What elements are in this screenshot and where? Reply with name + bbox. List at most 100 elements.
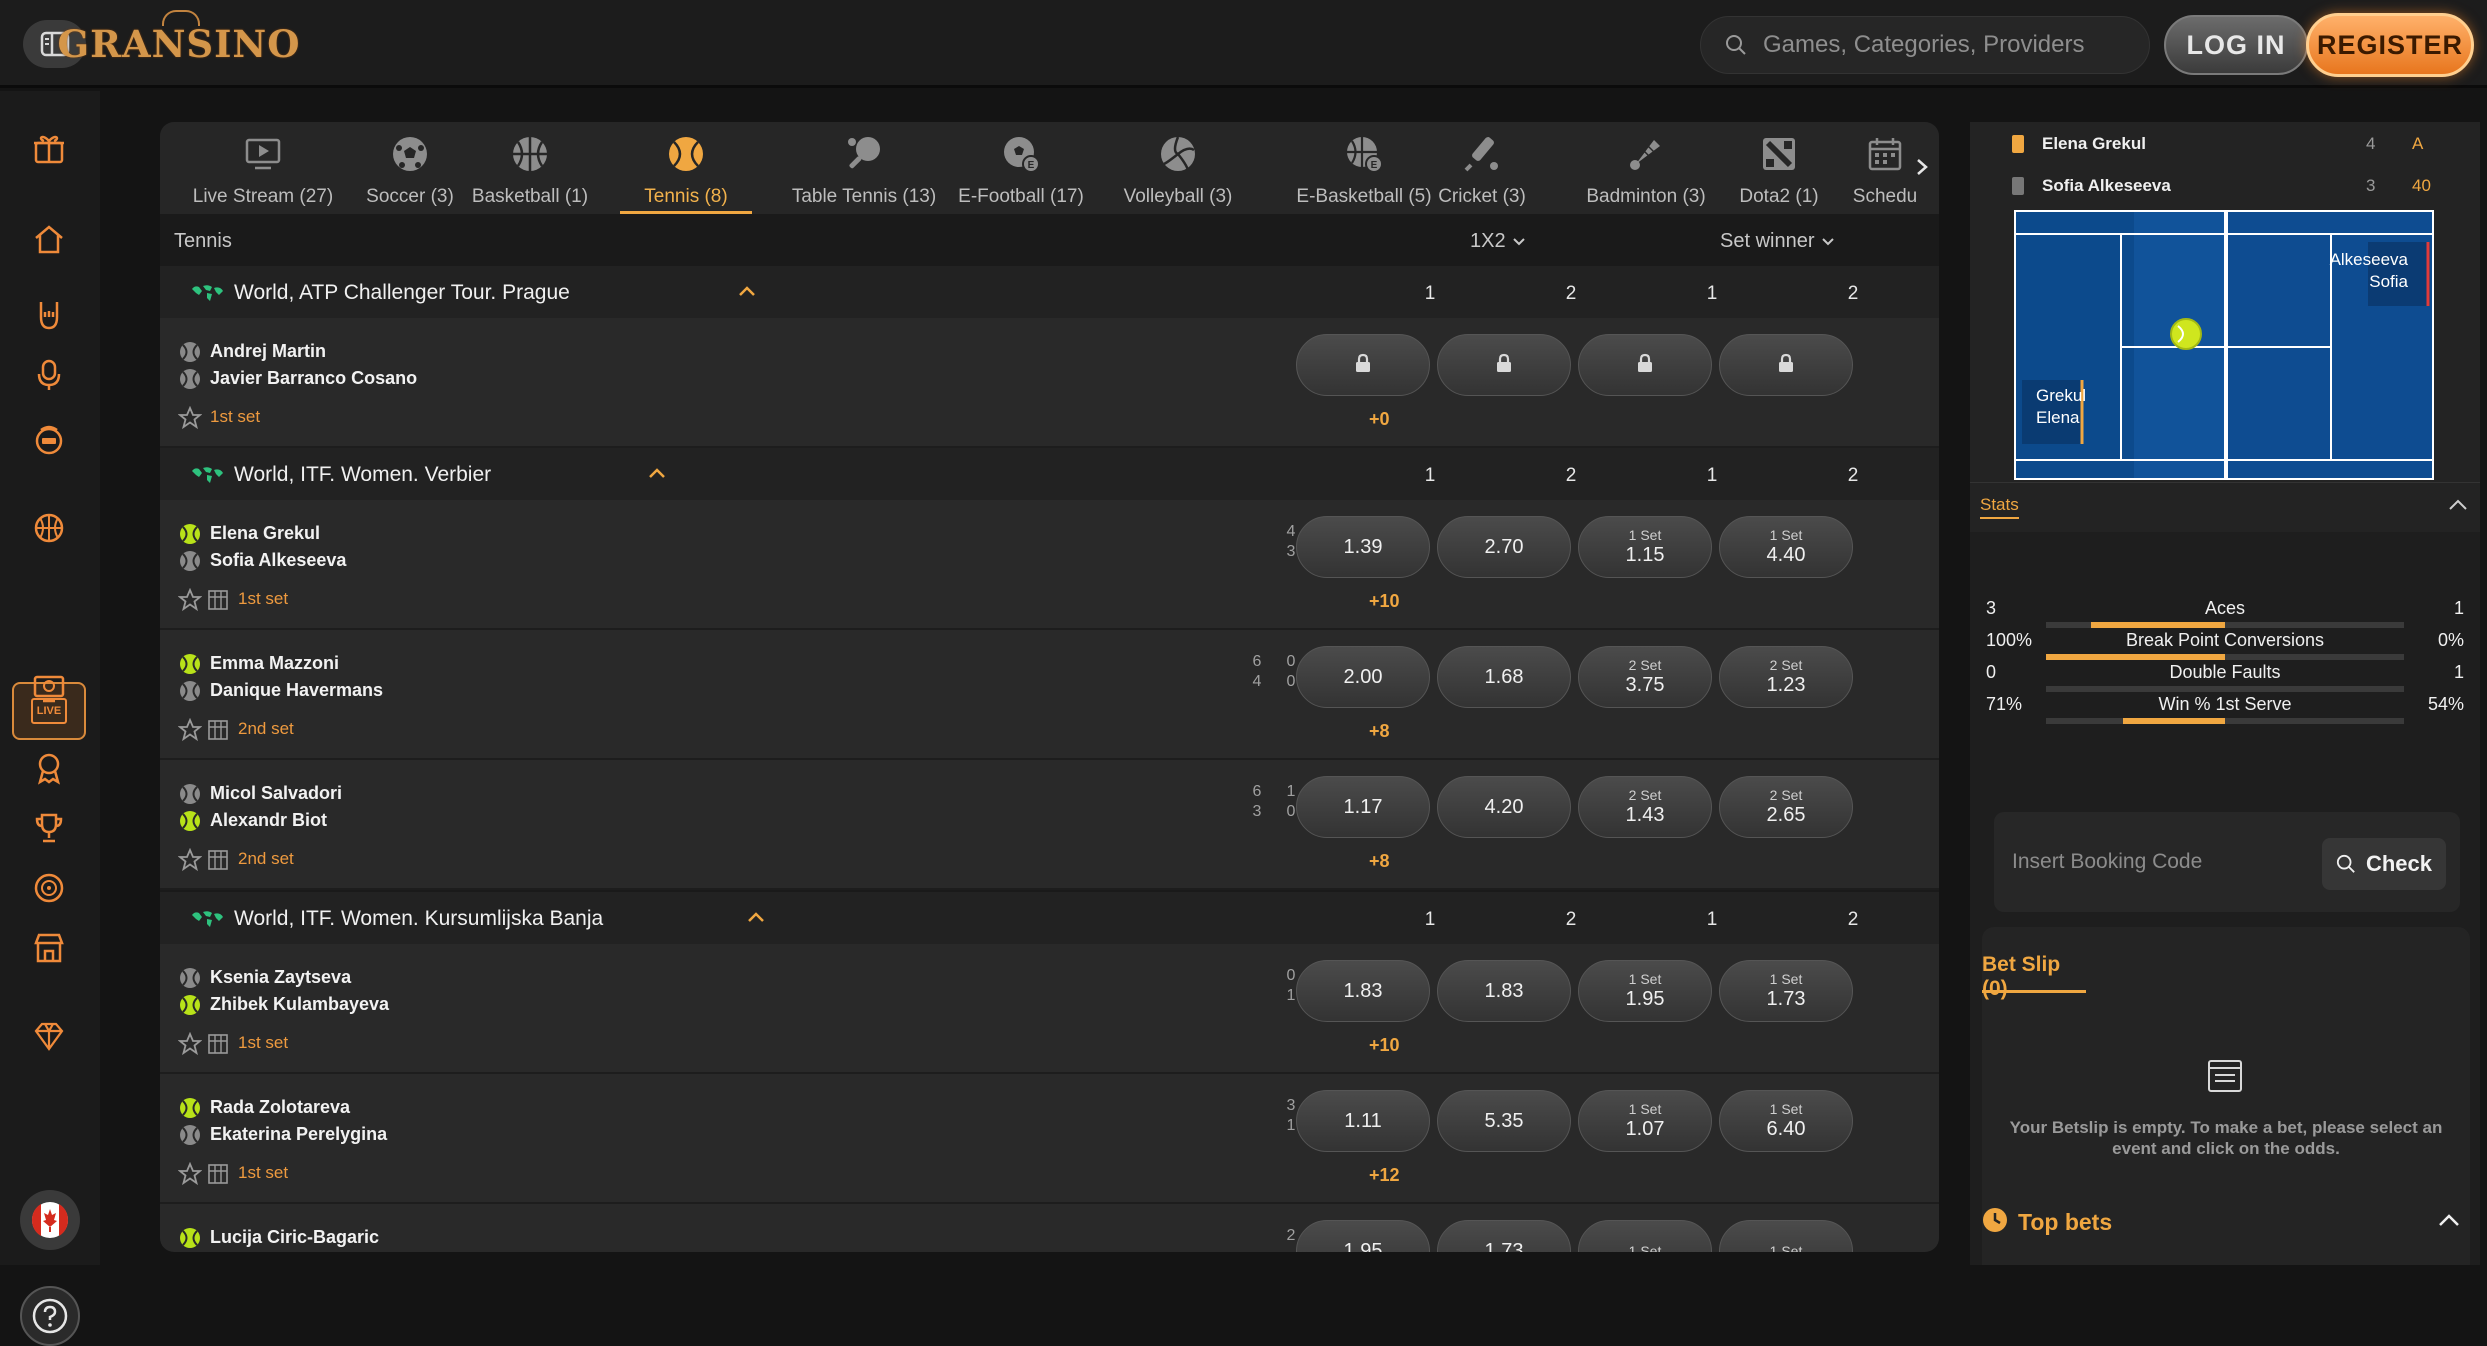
- chevron-up-icon[interactable]: [738, 284, 756, 302]
- sidebar-gift-button[interactable]: [30, 131, 68, 169]
- top-bets-header[interactable]: Top bets: [1982, 1199, 2470, 1249]
- match-row[interactable]: Emma MazzoniDanique Havermans2nd set6004…: [160, 630, 1939, 760]
- market-select-set-winner[interactable]: Set winner: [1720, 230, 1835, 253]
- statistics-grid-icon[interactable]: [207, 589, 229, 616]
- statistics-grid-icon[interactable]: [207, 719, 229, 746]
- odds-button[interactable]: 2 Set 2.65: [1719, 776, 1853, 838]
- match-row[interactable]: Micol SalvadoriAlexandr Biot2nd set61153…: [160, 760, 1939, 890]
- odds-button[interactable]: 2 Set 1.43: [1578, 776, 1712, 838]
- sidebar-casino-live-button[interactable]: [30, 422, 68, 460]
- market-select-1x2[interactable]: 1X2: [1470, 230, 1526, 253]
- odds-button[interactable]: 1 Set 6.40: [1719, 1090, 1853, 1152]
- sidebar-diamond-button[interactable]: [30, 1019, 68, 1057]
- odds-button[interactable]: 2.70: [1437, 516, 1571, 578]
- odds-button[interactable]: 1.73: [1437, 1220, 1571, 1252]
- statistics-grid-icon[interactable]: [207, 1033, 229, 1060]
- more-markets-link[interactable]: +12: [1369, 1165, 1400, 1186]
- match-row[interactable]: Elena GrekulSofia Alkeseeva1st set4A3401…: [160, 500, 1939, 630]
- odds-button[interactable]: 1.11: [1296, 1090, 1430, 1152]
- odds-button[interactable]: 1 Set 1.15: [1578, 516, 1712, 578]
- language-selector[interactable]: [20, 1190, 80, 1250]
- register-button[interactable]: REGISTER: [2306, 13, 2474, 77]
- sidebar-home-button[interactable]: [30, 222, 68, 260]
- odds-button[interactable]: 1.68: [1437, 646, 1571, 708]
- odds-button[interactable]: 2 Set 1.23: [1719, 646, 1853, 708]
- tracker-player-2: Sofia Alkeseeva: [2042, 176, 2171, 195]
- odds-button[interactable]: [1578, 334, 1712, 396]
- check-button[interactable]: Check: [2322, 838, 2446, 890]
- match-row[interactable]: Lucija Ciric-Bagaric2A1.951.731 Set1 Set: [160, 1204, 1939, 1252]
- odds-button[interactable]: 1 Set: [1719, 1220, 1853, 1252]
- odds-column-header: 1: [1706, 465, 1718, 486]
- league-header[interactable]: World, ATP Challenger Tour. Prague 1 2 1 2: [160, 266, 1939, 320]
- tab-tennis-8[interactable]: Tennis (8): [620, 122, 752, 214]
- search-input[interactable]: Games, Categories, Providers: [1763, 31, 2084, 59]
- sport-tabs: Live Stream (27) Soccer (3) Basketball (1)…: [160, 122, 1939, 214]
- tab-volleyball-3[interactable]: Volleyball (3): [1095, 122, 1261, 214]
- sidebar-store-button[interactable]: [30, 931, 68, 969]
- favorite-star-icon[interactable]: [177, 405, 203, 435]
- favorite-star-icon[interactable]: [177, 717, 203, 747]
- tab-e-football-17[interactable]: E E-Football (17): [918, 122, 1124, 214]
- odds-button[interactable]: 2.00: [1296, 646, 1430, 708]
- odds-button[interactable]: [1296, 334, 1430, 396]
- odds-button[interactable]: 1.39: [1296, 516, 1430, 578]
- odds-button[interactable]: 1 Set 4.40: [1719, 516, 1853, 578]
- chevron-up-icon[interactable]: [2448, 499, 2468, 511]
- odds-button[interactable]: [1437, 334, 1571, 396]
- stats-tab[interactable]: Stats: [1980, 495, 2019, 519]
- match-row[interactable]: Rada Zolotareva Ekaterina Perelygina 1st s…: [160, 1074, 1939, 1204]
- more-markets-link[interactable]: +8: [1369, 721, 1390, 742]
- odds-button[interactable]: 1 Set: [1578, 1220, 1712, 1252]
- match-row[interactable]: Andrej Martin Javier Barranco Cosano 1st s…: [160, 318, 1939, 448]
- odds-button[interactable]: 1.95: [1296, 1220, 1430, 1252]
- diamond-icon: [32, 1019, 66, 1058]
- tab-live-stream-27[interactable]: Live Stream (27): [170, 122, 356, 214]
- tab-dota2-1[interactable]: Dota2 (1): [1710, 122, 1848, 214]
- chevron-up-icon[interactable]: [2438, 1213, 2460, 1227]
- sidebar-rock-hand-button[interactable]: [30, 297, 68, 335]
- odds-button[interactable]: 4.20: [1437, 776, 1571, 838]
- tab-basketball-1[interactable]: Basketball (1): [460, 122, 600, 214]
- odds-button[interactable]: 1 Set 1.07: [1578, 1090, 1712, 1152]
- more-markets-link[interactable]: +10: [1369, 1035, 1400, 1056]
- bet-slip-tab[interactable]: Bet Slip (0): [1982, 953, 2086, 1000]
- brand-logo[interactable]: GRANSINO: [58, 10, 299, 76]
- sidebar-trophy-button[interactable]: [30, 811, 68, 849]
- booking-code-input[interactable]: Insert Booking Code: [2012, 850, 2202, 874]
- favorite-star-icon[interactable]: [177, 847, 203, 877]
- league-header[interactable]: World, ITF. Women. Kursumlijska Banja 1 2 1…: [160, 892, 1939, 946]
- chevron-up-icon[interactable]: [648, 466, 666, 484]
- search-box[interactable]: Games, Categories, Providers: [1700, 16, 2150, 74]
- sidebar-basketball-button[interactable]: [30, 511, 68, 549]
- help-button[interactable]: [20, 1286, 80, 1346]
- odds-button[interactable]: 1.17: [1296, 776, 1430, 838]
- odds-button[interactable]: 2 Set 3.75: [1578, 646, 1712, 708]
- league-header[interactable]: World, ITF. Women. Verbier 1 2 1 2: [160, 448, 1939, 502]
- sidebar-compass-button[interactable]: [30, 871, 68, 909]
- tab-soccer-3[interactable]: Soccer (3): [350, 122, 470, 214]
- match-row[interactable]: Ksenia Zaytseva Zhibek Kulambayeva 1st set…: [160, 944, 1939, 1074]
- odds-button[interactable]: 5.35: [1437, 1090, 1571, 1152]
- chevron-up-icon[interactable]: [747, 910, 765, 928]
- odds-button[interactable]: 1.83: [1437, 960, 1571, 1022]
- odds-button[interactable]: 1 Set 1.95: [1578, 960, 1712, 1022]
- more-markets-link[interactable]: +8: [1369, 851, 1390, 872]
- odds-button[interactable]: [1719, 334, 1853, 396]
- login-button[interactable]: LOG IN: [2164, 15, 2308, 75]
- statistics-grid-icon[interactable]: [207, 1163, 229, 1190]
- sidebar-medal-button[interactable]: [30, 751, 68, 789]
- favorite-star-icon[interactable]: [177, 587, 203, 617]
- favorite-star-icon[interactable]: [177, 1031, 203, 1061]
- odds-button[interactable]: 1 Set 1.73: [1719, 960, 1853, 1022]
- favorite-star-icon[interactable]: [177, 1161, 203, 1191]
- tabs-scroll-right-button[interactable]: [1910, 152, 1934, 182]
- sidebar-microphone-button[interactable]: [30, 358, 68, 396]
- odds-button[interactable]: 1.83: [1296, 960, 1430, 1022]
- statistics-grid-icon[interactable]: [207, 849, 229, 876]
- stats-header[interactable]: Stats: [1970, 482, 2480, 532]
- more-markets-link[interactable]: +0: [1369, 409, 1390, 430]
- sidebar-tv-button[interactable]: [30, 671, 68, 709]
- more-markets-link[interactable]: +10: [1369, 591, 1400, 612]
- tab-cricket-3[interactable]: Cricket (3): [1418, 122, 1546, 214]
